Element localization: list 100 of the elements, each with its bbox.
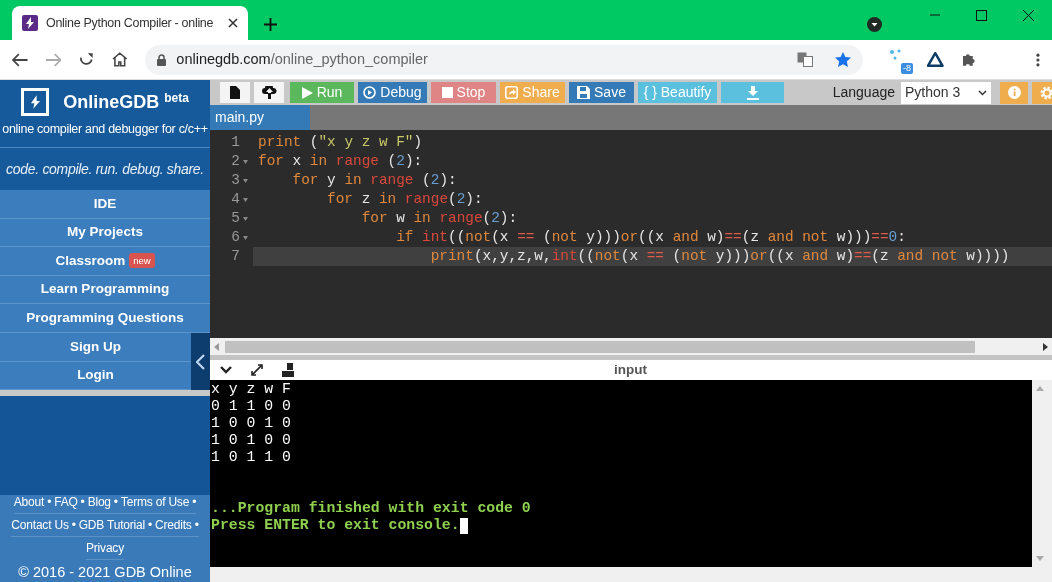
language-label: Language <box>832 83 895 102</box>
footer-link[interactable]: Terms of Use <box>120 493 190 512</box>
back-arrow-icon[interactable] <box>12 52 28 67</box>
line-number: 5 <box>231 209 240 228</box>
scrollbar-thumb[interactable] <box>225 340 975 353</box>
output-line: x y z w F <box>211 381 291 398</box>
translate-icon[interactable] <box>797 52 814 67</box>
close-icon[interactable] <box>1023 9 1034 21</box>
separator-dot: • <box>148 517 152 535</box>
triangle-logo-icon[interactable] <box>926 51 944 68</box>
sidebar-menu-item[interactable]: Classroom new <box>0 247 210 276</box>
expand-arrows-icon[interactable] <box>250 363 264 377</box>
console-label: input <box>614 360 647 379</box>
tab-title: Online Python Compiler - online <box>46 14 215 32</box>
file-tab[interactable]: main.py <box>210 105 310 130</box>
lock-icon <box>157 53 167 66</box>
separator-dot: • <box>71 517 76 535</box>
browser-tab[interactable]: Online Python Compiler - online <box>12 6 248 40</box>
star-icon[interactable] <box>835 52 852 67</box>
tagline: code. compile. run. debug. share. <box>6 159 204 179</box>
footer-link[interactable]: Privacy <box>86 539 124 558</box>
text-cursor <box>459 517 468 534</box>
brand-subtitle: online compiler and debugger for c/c++ <box>2 121 208 139</box>
sidebar-menu-item[interactable]: Login <box>0 361 191 391</box>
home-icon[interactable] <box>111 52 128 67</box>
line-number: 1 <box>231 133 240 152</box>
line-number: 7 <box>231 247 240 266</box>
line-number: 6 <box>231 228 240 247</box>
code-line: for x in range (2): <box>257 152 423 171</box>
fold-arrow-icon[interactable] <box>242 178 248 183</box>
sidebar-menu-item[interactable]: IDE <box>0 190 210 219</box>
settings-icon <box>1039 84 1052 101</box>
status-line: ...Program finished with exit code 0 <box>211 500 531 517</box>
profile-dropdown-icon[interactable] <box>867 17 882 32</box>
maximize-icon[interactable] <box>976 9 987 21</box>
icon-button[interactable] <box>254 82 284 103</box>
new-badge: new <box>129 253 155 269</box>
file-icon <box>230 86 240 99</box>
output-line: 1 0 0 1 0 <box>211 415 291 432</box>
copyright: © 2016 - 2021 GDB Online <box>18 563 192 582</box>
code-line: for z in range(2): <box>326 190 483 209</box>
cloud-upload-icon <box>261 86 277 99</box>
line-number: 4 <box>231 190 240 209</box>
output-line: 1 0 1 0 0 <box>211 432 291 449</box>
share-icon <box>505 86 519 99</box>
close-icon[interactable] <box>228 18 238 28</box>
fold-arrow-icon[interactable] <box>242 216 248 221</box>
output-line: 0 1 1 0 0 <box>211 398 291 415</box>
line-number: 2 <box>231 152 240 171</box>
scroll-right-icon[interactable] <box>1043 342 1048 351</box>
footer-link[interactable]: Blog <box>87 493 111 512</box>
line-number: 3 <box>231 171 240 190</box>
play-circle-icon <box>363 86 377 99</box>
language-select[interactable]: Python 3 <box>901 81 991 104</box>
reload-icon[interactable] <box>79 52 94 67</box>
footer-link[interactable]: GDB Tutorial <box>78 516 145 535</box>
stop-icon <box>441 87 453 98</box>
brand-name: OnlineGDB $^{beta}$ <box>63 89 189 114</box>
code-line: print(x,y,z,w,int((not(x == (not y)))or((x and w)==(z and not w)))) <box>429 247 1010 266</box>
separator-dot: • <box>194 517 199 535</box>
menu-icon[interactable] <box>1036 52 1040 67</box>
chevron-down-icon[interactable] <box>220 366 232 374</box>
collapse-sidebar-button[interactable] <box>191 332 210 391</box>
footer-link[interactable]: Credits <box>155 516 192 535</box>
code-line: for y in range (2): <box>291 171 457 190</box>
footer-link[interactable]: FAQ <box>54 493 78 512</box>
sidebar-menu-item[interactable]: Learn Programming <box>0 275 210 305</box>
icon-button[interactable] <box>220 82 250 103</box>
code-line: for w in range(2): <box>360 209 518 228</box>
separator-dot: • <box>113 494 118 512</box>
info-icon <box>1007 86 1021 99</box>
code-line: if int((not(x == (not y)))or((x and w)==(z and not w)))==0: <box>395 228 906 247</box>
sidebar-menu-item[interactable]: Sign Up <box>0 332 191 362</box>
url-text: onlinegdb.com/online_python_compiler <box>176 49 429 69</box>
code-line: print ("x y z w F") <box>257 133 423 152</box>
download-icon <box>745 85 760 100</box>
footer-link[interactable]: About <box>13 493 45 512</box>
bolt-logo-icon <box>22 15 38 31</box>
play-icon <box>301 86 313 99</box>
bolt-logo-icon <box>21 88 50 117</box>
puzzle-piece-icon[interactable] <box>961 52 977 67</box>
output-line: 1 0 1 1 0 <box>211 449 291 466</box>
fold-arrow-icon[interactable] <box>242 235 248 240</box>
chevron-down-icon <box>978 89 987 96</box>
toolbar-button[interactable]: Debug <box>358 82 427 103</box>
eraser-icon[interactable] <box>282 363 294 377</box>
sidebar-menu-item[interactable]: My Projects <box>0 218 210 248</box>
separator-dot: • <box>192 494 197 512</box>
address-bar[interactable]: onlinegdb.com/online_python_compiler <box>145 44 864 75</box>
separator-dot: • <box>80 494 85 512</box>
fold-arrow-icon[interactable] <box>242 197 248 202</box>
sidebar-menu-item[interactable]: Programming Questions <box>0 304 210 333</box>
fold-arrow-icon[interactable] <box>242 159 248 164</box>
extension-badge: -8 <box>900 62 913 74</box>
footer-link[interactable]: Contact Us <box>11 516 69 535</box>
separator-dot: • <box>47 494 52 512</box>
status-line: Press ENTER to exit console. <box>211 517 460 534</box>
new-tab-icon[interactable] <box>264 18 277 31</box>
toolbar-button[interactable]: Run <box>290 82 354 103</box>
toolbar-button[interactable]: Save <box>569 82 634 103</box>
